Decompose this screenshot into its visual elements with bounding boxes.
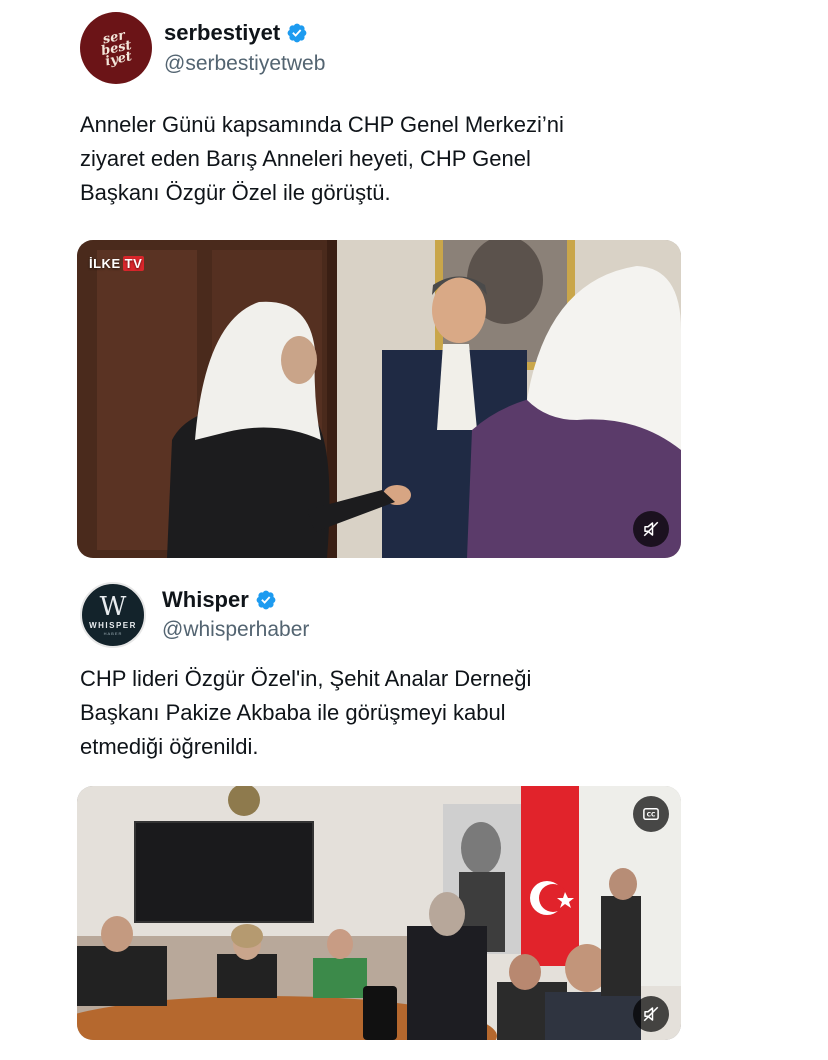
mute-icon — [643, 1006, 659, 1022]
tweet-whisper[interactable]: W WHISPER HABER Whisper @whisperhaber CH… — [0, 570, 828, 1060]
svg-text:CC: CC — [647, 812, 656, 819]
video-frame — [77, 786, 681, 1040]
mute-button[interactable] — [633, 511, 669, 547]
video-frame — [77, 240, 681, 558]
mute-button[interactable] — [633, 996, 669, 1032]
tweet-text: Anneler Günü kapsamında CHP Genel Merkez… — [80, 112, 564, 205]
avatar-whisper[interactable]: W WHISPER HABER — [80, 582, 146, 648]
avatar-logo-word: WHISPER — [89, 621, 137, 630]
avatar-logo-letter: W — [99, 592, 127, 622]
closed-captions-icon: CC — [643, 808, 659, 820]
display-name[interactable]: Whisper — [162, 587, 249, 613]
avatar-logo-text: ser best iyet — [99, 27, 133, 69]
author-row: Whisper — [162, 587, 277, 613]
video-player[interactable]: İLKE TV — [77, 240, 681, 558]
closed-captions-button[interactable]: CC — [633, 796, 669, 832]
mute-icon — [643, 521, 659, 537]
avatar-logo-sub: HABER — [103, 631, 123, 636]
handle[interactable]: @serbestiyetweb — [164, 52, 325, 76]
channel-watermark: İLKE TV — [89, 256, 145, 271]
author-row: serbestiyet — [164, 20, 308, 46]
tweet-text: CHP lideri Özgür Özel'in, Şehit Analar D… — [80, 666, 532, 759]
handle[interactable]: @whisperhaber — [162, 618, 309, 642]
verified-badge-icon — [287, 23, 307, 43]
display-name[interactable]: serbestiyet — [164, 20, 280, 46]
avatar-serbestiyet[interactable]: ser best iyet — [80, 12, 152, 84]
video-player[interactable]: CC — [77, 786, 681, 1040]
verified-badge-icon — [256, 590, 276, 610]
avatar-logo: W WHISPER HABER — [89, 594, 137, 636]
tweet-serbestiyet[interactable]: ser best iyet serbestiyet @serbestiyetwe… — [0, 0, 828, 570]
